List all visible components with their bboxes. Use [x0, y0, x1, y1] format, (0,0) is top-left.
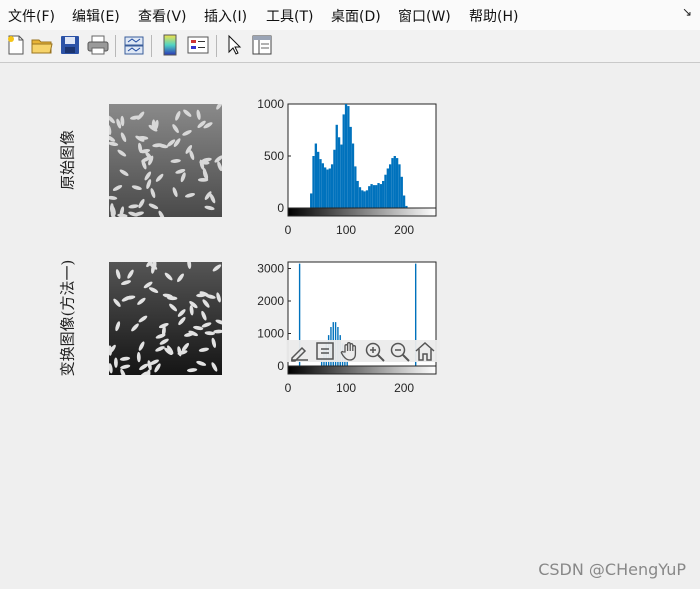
histogram-bar	[375, 185, 378, 208]
histogram-bar	[319, 159, 322, 208]
x-tick-label: 0	[285, 381, 292, 395]
histogram-bar	[372, 185, 376, 208]
figure-toolbar: ↘	[0, 5, 700, 63]
histogram-bar	[323, 167, 327, 208]
y-tick-label: 500	[264, 149, 284, 163]
histogram-bar	[386, 168, 389, 208]
pan-hand-icon[interactable]	[338, 340, 362, 362]
transformed-rice-image	[109, 262, 222, 375]
menu-file[interactable]: 文件(F)	[8, 6, 55, 26]
menu-bar: 文件(F) 编辑(E) 查看(V) 插入(I) 工具(T) 桌面(D) 窗口(W…	[0, 0, 700, 30]
y-tick-label: 3000	[257, 262, 284, 276]
menu-help[interactable]: 帮助(H)	[469, 6, 518, 26]
grayscale-colorbar	[287, 207, 437, 217]
y-tick-label: 1000	[257, 327, 284, 341]
brush-icon[interactable]	[288, 340, 312, 362]
property-inspector-icon[interactable]	[250, 33, 274, 57]
menu-window[interactable]: 窗口(W)	[398, 6, 451, 26]
histogram-bar	[344, 104, 348, 208]
insert-legend-icon[interactable]	[186, 33, 210, 57]
histogram-transformed: 0 1000 2000 3000 0 100 200	[257, 261, 437, 395]
y-tick-label: 2000	[257, 294, 284, 308]
original-rice-image	[109, 104, 222, 217]
histogram-bar	[384, 174, 387, 208]
x-tick-label: 200	[394, 223, 414, 237]
new-figure-icon[interactable]	[4, 33, 28, 57]
histogram-bar	[382, 180, 385, 208]
dock-arrow-icon[interactable]: ↘	[682, 5, 692, 19]
histogram-bar	[314, 143, 318, 208]
histogram-bar	[328, 168, 331, 208]
histogram-bar	[370, 184, 373, 208]
menu-tools[interactable]: 工具(T)	[266, 6, 313, 26]
histogram-bar	[361, 190, 364, 208]
y-tick-label: 0	[277, 201, 284, 215]
histogram-bar	[342, 114, 345, 208]
histogram-bar	[368, 186, 371, 208]
histogram-bar	[349, 126, 352, 208]
row-label-original: 原始图像	[58, 129, 77, 191]
x-tick-label: 0	[285, 223, 292, 237]
histogram-bar	[330, 164, 334, 208]
histogram-bar	[326, 169, 329, 208]
toolbar-separator	[115, 35, 116, 57]
toolbar-separator	[216, 35, 217, 57]
histogram-original: 0 500 1000 0 100 200	[257, 98, 437, 237]
watermark: CSDN @CHengYuP	[538, 560, 686, 579]
select-arrow-icon[interactable]	[222, 33, 246, 57]
histogram-bar	[321, 163, 324, 208]
zoom-in-icon[interactable]	[363, 340, 387, 362]
histogram-bar	[340, 144, 343, 208]
menu-view[interactable]: 查看(V)	[138, 6, 187, 26]
menu-edit[interactable]: 编辑(E)	[72, 6, 120, 26]
histogram-bar	[400, 176, 403, 208]
insert-colorbar-icon[interactable]	[158, 33, 182, 57]
toolbar-separator	[151, 35, 152, 57]
x-tick-label: 100	[336, 381, 356, 395]
menu-insert[interactable]: 插入(I)	[204, 6, 247, 26]
histogram-bar	[337, 137, 341, 208]
histogram-bar	[335, 124, 338, 208]
histogram-bar	[377, 183, 380, 208]
save-icon[interactable]	[58, 33, 82, 57]
histogram-bar	[388, 164, 392, 208]
histogram-bar	[365, 190, 369, 208]
y-tick-label: 0	[277, 359, 284, 373]
histogram-bar	[333, 149, 336, 208]
histogram-bar	[398, 164, 401, 208]
open-file-icon[interactable]	[30, 33, 54, 57]
histogram-bar	[354, 166, 357, 208]
histogram-bar	[379, 184, 383, 208]
histogram-bar	[356, 180, 359, 208]
print-icon[interactable]	[86, 33, 110, 57]
histogram-bar	[395, 158, 399, 208]
histogram-bar	[358, 187, 362, 208]
data-tips-icon[interactable]	[313, 340, 337, 362]
histogram-bar	[351, 143, 355, 208]
histogram-bar	[312, 156, 315, 208]
grayscale-colorbar	[287, 365, 437, 375]
histogram-bar	[391, 158, 394, 208]
histogram-bar	[402, 195, 406, 208]
histogram-bar	[347, 106, 350, 208]
row-label-transformed: 变换图像(方法一)	[58, 259, 77, 377]
rice-grain	[197, 178, 209, 182]
y-tick-label: 1000	[257, 98, 284, 111]
x-tick-label: 200	[394, 381, 414, 395]
histogram-bar	[393, 156, 396, 208]
histogram-bar	[317, 151, 320, 208]
link-plot-icon[interactable]	[122, 33, 146, 57]
home-icon[interactable]	[413, 340, 437, 362]
zoom-out-icon[interactable]	[388, 340, 412, 362]
histogram-bar	[310, 193, 313, 208]
x-tick-label: 100	[336, 223, 356, 237]
histogram-bar	[363, 191, 366, 208]
menu-desktop[interactable]: 桌面(D)	[331, 6, 381, 26]
axes-toolbar	[286, 340, 440, 362]
